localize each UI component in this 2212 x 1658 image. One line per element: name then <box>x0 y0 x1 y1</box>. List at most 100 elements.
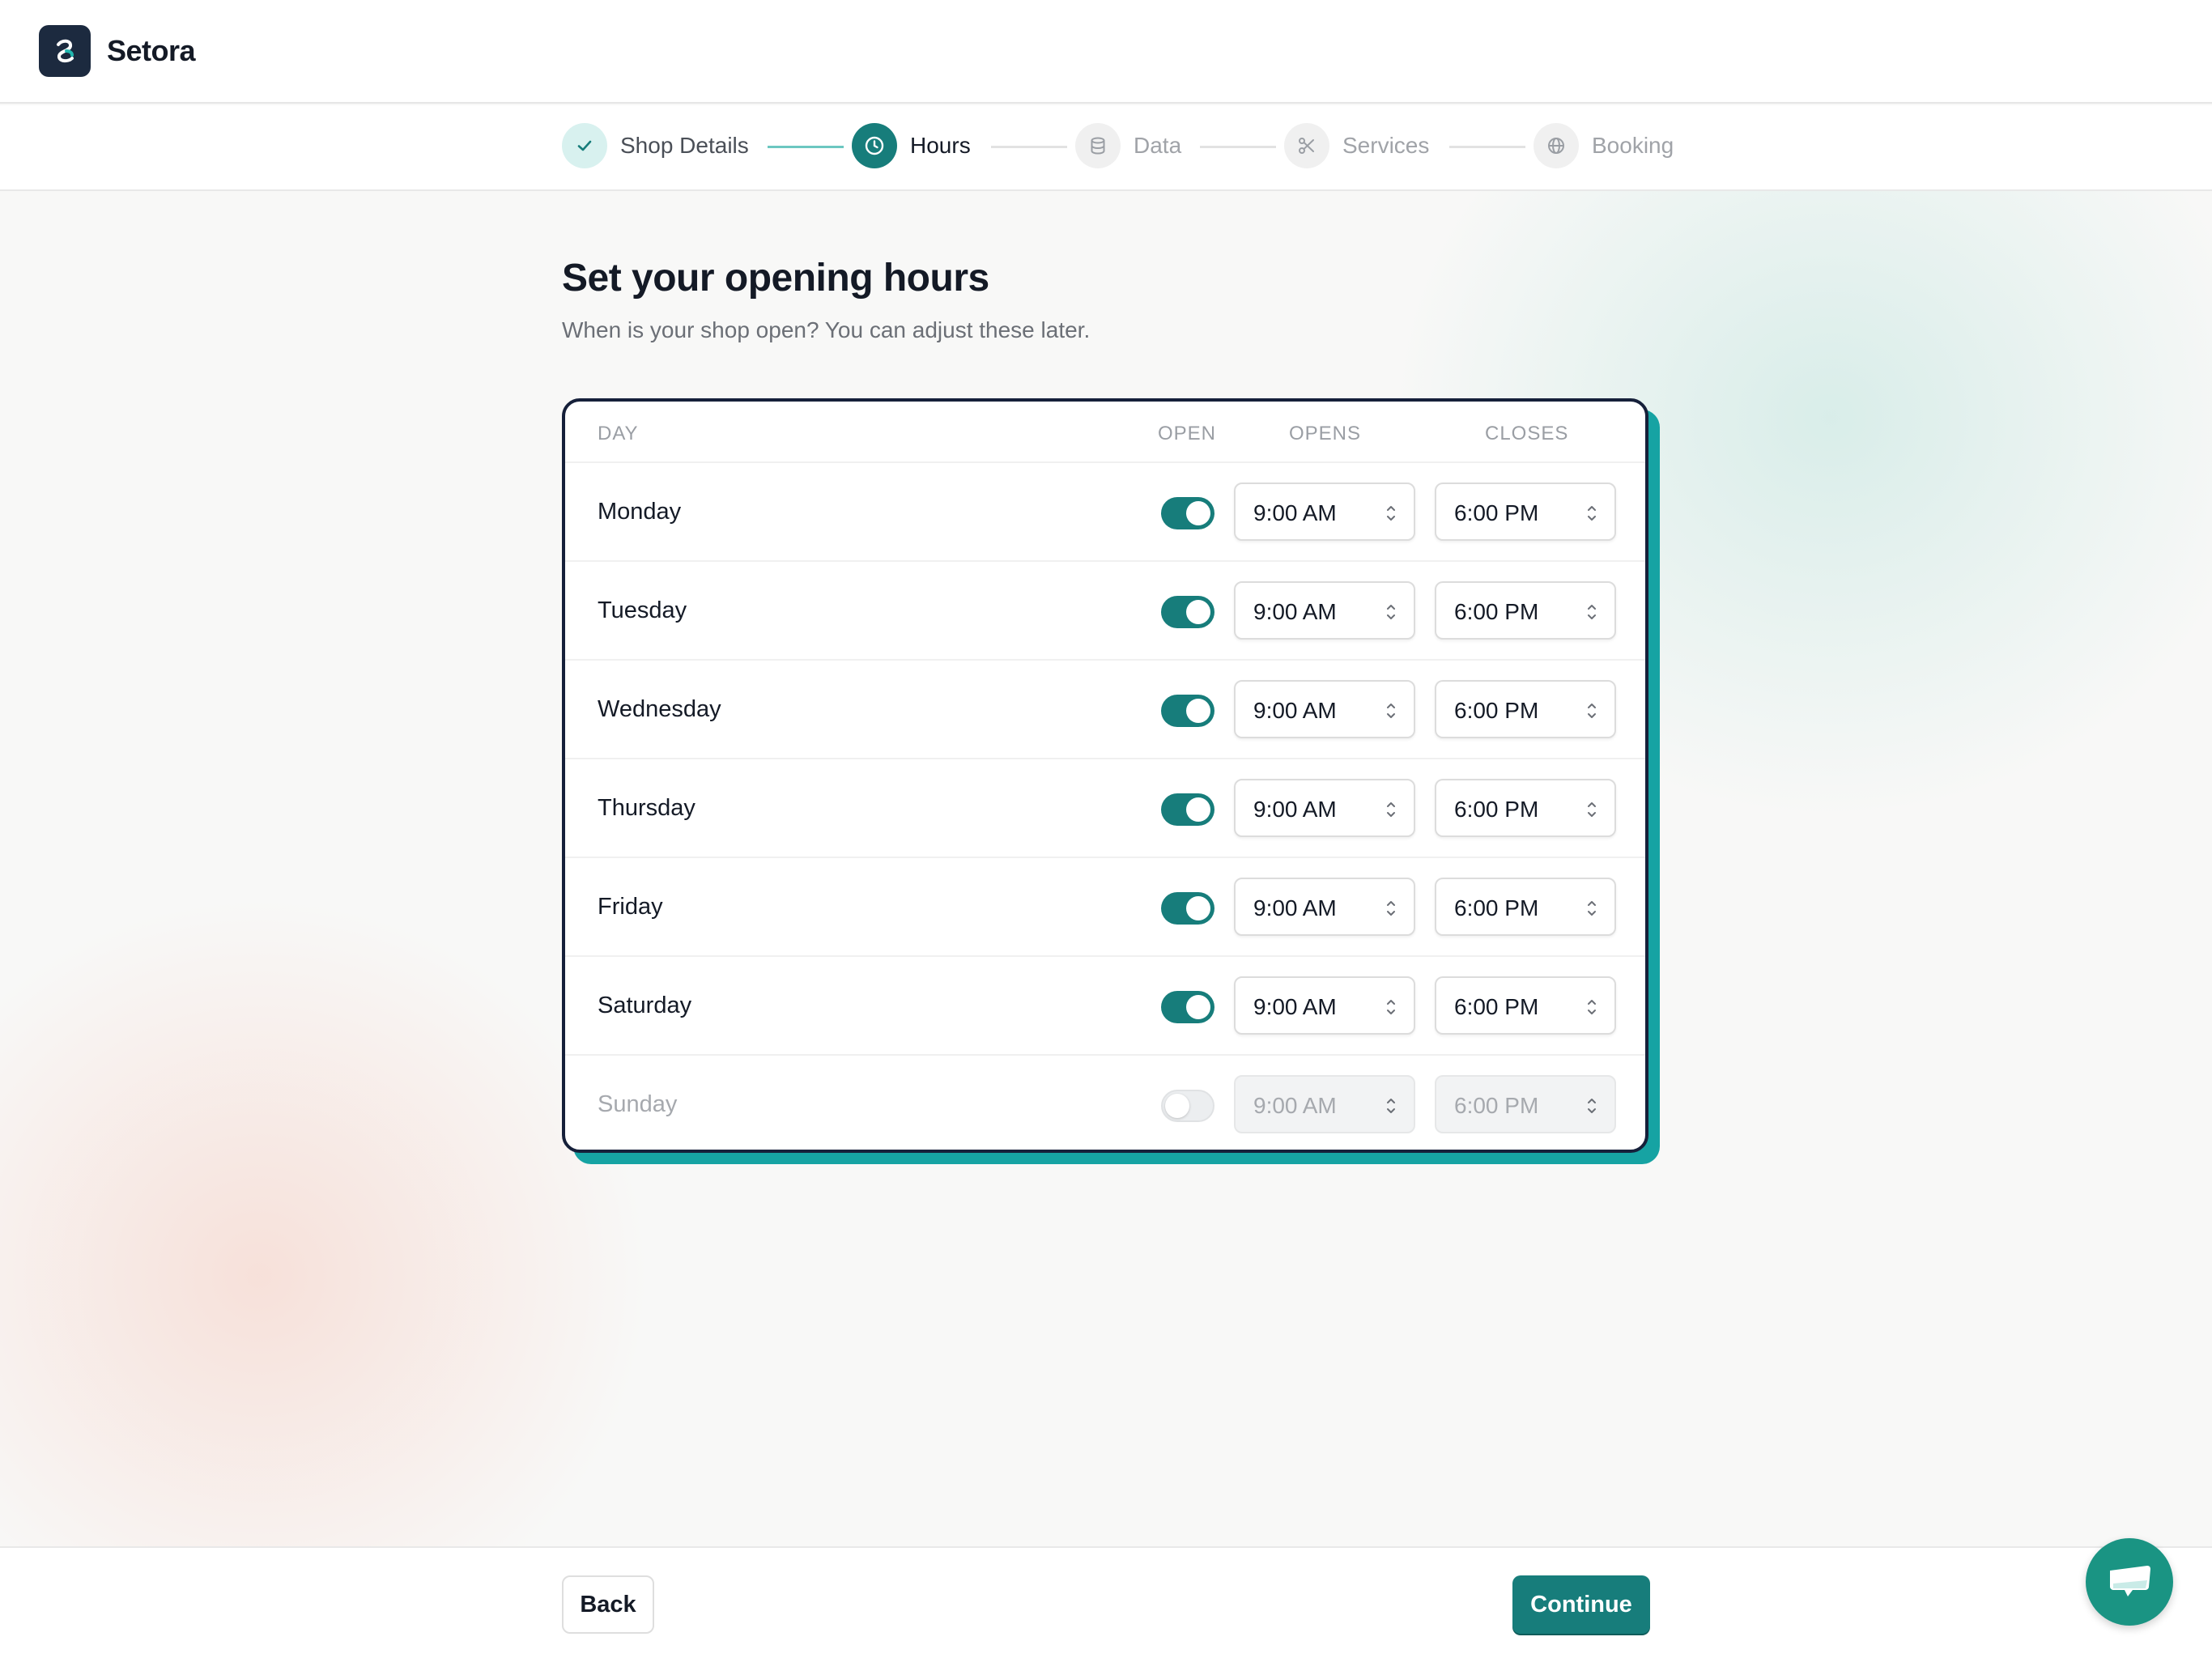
toggle-knob <box>1186 600 1210 624</box>
closes-time-select[interactable]: 6:00 PM <box>1435 779 1616 837</box>
open-toggle[interactable] <box>1161 793 1214 826</box>
chevron-up-down-icon <box>1387 901 1395 916</box>
step-data[interactable]: Data <box>1075 123 1181 168</box>
step-connector <box>991 146 1067 148</box>
chevron-up-down-icon <box>1588 506 1596 521</box>
step-connector <box>1200 146 1276 148</box>
header-open: OPEN <box>1158 423 1217 444</box>
open-toggle[interactable] <box>1161 892 1214 925</box>
opens-time-select[interactable]: 9:00 AM <box>1234 680 1415 738</box>
top-bar: Setora <box>0 0 2212 104</box>
step-shop-details[interactable]: Shop Details <box>562 123 749 168</box>
header-opens: OPENS <box>1289 423 1362 444</box>
day-name: Sunday <box>598 1091 678 1117</box>
page-title: Set your opening hours <box>562 257 989 300</box>
opens-time-select[interactable]: 9:00 AM <box>1234 779 1415 837</box>
page-subtitle: When is your shop open? You can adjust t… <box>562 317 1091 342</box>
closes-time-value: 6:00 PM <box>1454 994 1539 1019</box>
toggle-knob <box>1165 1094 1189 1118</box>
step-hours[interactable]: Hours <box>852 123 971 168</box>
day-name: Saturday <box>598 993 692 1018</box>
step-label: Shop Details <box>620 133 749 158</box>
table-header: DAY OPEN OPENS CLOSES <box>565 402 1645 463</box>
day-name: Tuesday <box>598 597 687 623</box>
day-name: Monday <box>598 499 682 525</box>
table-row-wednesday: Wednesday 9:00 AM 6:00 PM <box>565 661 1645 759</box>
continue-button[interactable]: Continue <box>1512 1575 1650 1634</box>
open-toggle[interactable] <box>1161 1090 1214 1122</box>
opens-time-value: 9:00 AM <box>1253 1093 1337 1118</box>
table-row-sunday: Sunday 9:00 AM 6:00 PM <box>565 1056 1645 1150</box>
chevron-up-down-icon <box>1387 1099 1395 1113</box>
chevron-up-down-icon <box>1387 802 1395 817</box>
chevron-up-down-icon <box>1588 605 1596 619</box>
closes-time-value: 6:00 PM <box>1454 599 1539 624</box>
table-row-thursday: Thursday 9:00 AM 6:00 PM <box>565 759 1645 858</box>
chevron-up-down-icon <box>1588 1000 1596 1014</box>
closes-time-value: 6:00 PM <box>1454 698 1539 723</box>
database-icon <box>1075 123 1121 168</box>
globe-icon <box>1534 123 1579 168</box>
opens-time-select[interactable]: 9:00 AM <box>1234 581 1415 640</box>
toggle-knob <box>1186 501 1210 525</box>
chat-button[interactable] <box>2086 1538 2173 1626</box>
open-toggle[interactable] <box>1161 695 1214 727</box>
chevron-up-down-icon <box>1387 605 1395 619</box>
closes-time-value: 6:00 PM <box>1454 895 1539 920</box>
check-icon <box>562 123 607 168</box>
opens-time-value: 9:00 AM <box>1253 698 1337 723</box>
opens-time-select[interactable]: 9:00 AM <box>1234 483 1415 541</box>
footer-bar: Back Continue <box>0 1546 2212 1658</box>
table-row-friday: Friday 9:00 AM 6:00 PM <box>565 858 1645 957</box>
opens-time-value: 9:00 AM <box>1253 599 1337 624</box>
opens-time-select[interactable]: 9:00 AM <box>1234 878 1415 936</box>
clock-icon <box>852 123 897 168</box>
closes-time-select[interactable]: 6:00 PM <box>1435 483 1616 541</box>
opens-time-select[interactable]: 9:00 AM <box>1234 976 1415 1035</box>
closes-time-select[interactable]: 6:00 PM <box>1435 581 1616 640</box>
step-booking[interactable]: Booking <box>1534 123 1674 168</box>
open-toggle[interactable] <box>1161 991 1214 1023</box>
step-services[interactable]: Services <box>1284 123 1429 168</box>
back-button[interactable]: Back <box>562 1575 654 1634</box>
step-label: Services <box>1342 133 1430 158</box>
day-name: Friday <box>598 894 663 920</box>
closes-time-value: 6:00 PM <box>1454 1093 1539 1118</box>
table-row-monday: Monday 9:00 AM 6:00 PM <box>565 463 1645 562</box>
open-toggle[interactable] <box>1161 596 1214 628</box>
table-row-tuesday: Tuesday 9:00 AM 6:00 PM <box>565 562 1645 661</box>
closes-time-select[interactable]: 6:00 PM <box>1435 878 1616 936</box>
chevron-up-down-icon <box>1588 1099 1596 1113</box>
setora-logo-icon[interactable] <box>39 25 91 77</box>
toggle-knob <box>1186 797 1210 822</box>
chevron-up-down-icon <box>1387 1000 1395 1014</box>
closes-time-select[interactable]: 6:00 PM <box>1435 1075 1616 1133</box>
closes-time-value: 6:00 PM <box>1454 797 1539 822</box>
step-label: Booking <box>1592 133 1674 158</box>
step-connector <box>768 146 844 148</box>
chat-bubble-icon <box>2110 1566 2150 1596</box>
chevron-up-down-icon <box>1588 704 1596 718</box>
opens-time-value: 9:00 AM <box>1253 797 1337 822</box>
chevron-up-down-icon <box>1588 901 1596 916</box>
header-closes: CLOSES <box>1485 423 1569 444</box>
brand-name: Setora <box>107 34 196 67</box>
toggle-knob <box>1186 896 1210 920</box>
step-label: Data <box>1134 133 1182 158</box>
table-row-saturday: Saturday 9:00 AM 6:00 PM <box>565 957 1645 1056</box>
closes-time-select[interactable]: 6:00 PM <box>1435 680 1616 738</box>
scissors-icon <box>1284 123 1329 168</box>
step-connector <box>1449 146 1525 148</box>
day-name: Thursday <box>598 795 696 821</box>
toggle-knob <box>1186 995 1210 1019</box>
closes-time-value: 6:00 PM <box>1454 500 1539 525</box>
opens-time-select[interactable]: 9:00 AM <box>1234 1075 1415 1133</box>
closes-time-select[interactable]: 6:00 PM <box>1435 976 1616 1035</box>
header-day: DAY <box>598 423 639 444</box>
chevron-up-down-icon <box>1387 506 1395 521</box>
onboarding-stepper: Shop Details Hours Data Services Booking <box>0 105 2212 191</box>
step-label: Hours <box>910 133 971 158</box>
day-name: Wednesday <box>598 696 721 722</box>
open-toggle[interactable] <box>1161 497 1214 529</box>
chevron-up-down-icon <box>1387 704 1395 718</box>
